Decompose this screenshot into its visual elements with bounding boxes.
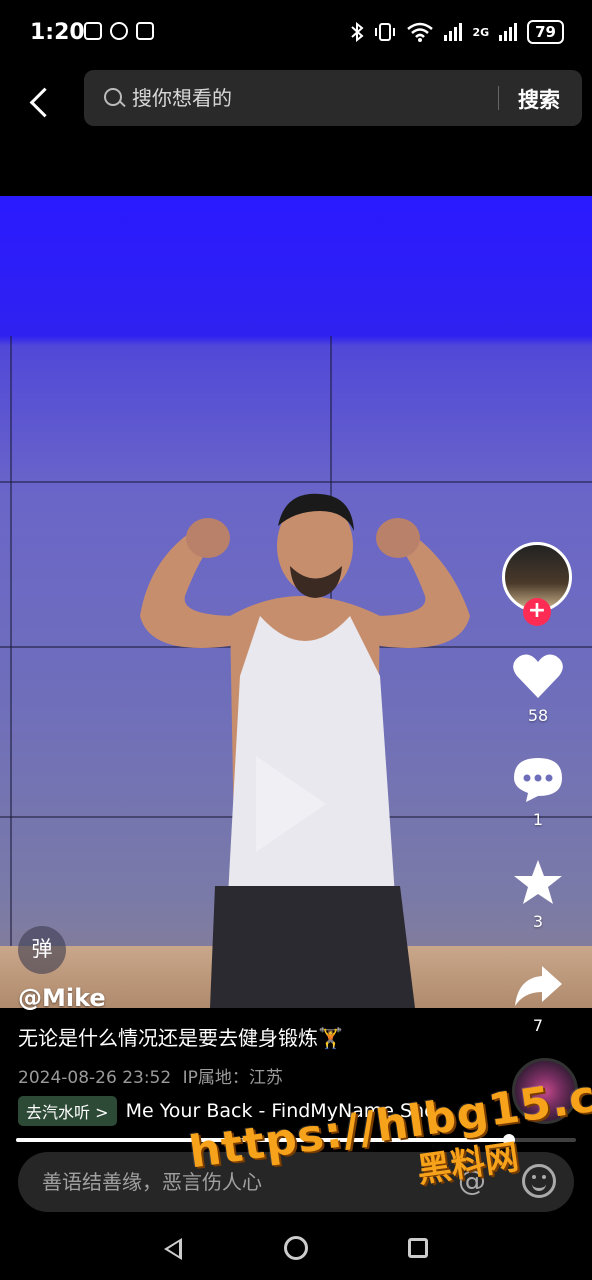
music-disc-icon[interactable] <box>512 1058 578 1124</box>
like-button[interactable]: 58 <box>492 652 584 725</box>
signal-icon-2 <box>499 23 518 41</box>
progress-knob[interactable] <box>502 1134 515 1146</box>
signal-icon <box>444 23 463 41</box>
ip-location: IP属地：江苏 <box>182 1068 283 1088</box>
like-count: 58 <box>527 706 549 725</box>
music-row[interactable]: 去汽水听 > Me Your Back - FindMyName Sho <box>18 1096 458 1126</box>
nav-recent-icon[interactable] <box>408 1238 428 1258</box>
favorite-count: 3 <box>532 912 544 931</box>
comment-count: 1 <box>532 810 544 829</box>
danmu-button[interactable]: 弹 <box>18 926 66 974</box>
emoji-icon[interactable] <box>522 1164 556 1198</box>
search-input[interactable] <box>132 84 492 112</box>
search-button[interactable]: 搜索 <box>518 84 560 114</box>
status-bar: 1:20 2G 79 <box>0 0 592 66</box>
video-progress[interactable] <box>16 1134 576 1146</box>
top-bar: 搜索 <box>0 66 592 196</box>
video-meta: 2024-08-26 23:52 IP属地：江苏 <box>18 1063 283 1088</box>
follow-button[interactable]: + <box>523 598 551 626</box>
comment-input[interactable] <box>42 1168 392 1196</box>
play-icon[interactable] <box>256 756 326 852</box>
bluetooth-icon <box>351 22 364 42</box>
share-icon <box>515 966 562 1006</box>
back-button[interactable] <box>24 82 58 122</box>
star-icon <box>514 860 562 904</box>
battery-level: 79 <box>527 20 564 44</box>
author-name[interactable]: @Mike <box>18 984 498 1012</box>
nfc-icon <box>136 22 154 40</box>
comment-bar[interactable]: @ <box>18 1152 574 1212</box>
notification-icon <box>84 22 102 40</box>
publish-time: 2024-08-26 23:52 <box>18 1068 172 1088</box>
nav-home-icon[interactable] <box>284 1236 308 1260</box>
comment-icon <box>514 758 562 802</box>
progress-fill <box>16 1138 509 1142</box>
listen-on-qishui-button[interactable]: 去汽水听 > <box>18 1096 117 1126</box>
vibrate-icon <box>375 23 396 41</box>
wifi-icon <box>407 22 434 42</box>
network-type: 2G <box>472 25 490 39</box>
app-icon <box>110 22 128 40</box>
status-right-icons: 2G 79 <box>350 20 564 44</box>
heart-icon <box>513 654 563 698</box>
share-count: 7 <box>532 1016 544 1035</box>
comment-button[interactable]: 1 <box>492 756 584 829</box>
search-divider <box>498 86 499 110</box>
status-time: 1:20 <box>30 20 85 45</box>
video-caption[interactable]: 无论是什么情况还是要去健身锻炼🏋️ <box>18 1022 343 1051</box>
music-title: Me Your Back - FindMyName Sho <box>125 1100 436 1122</box>
nav-back-icon[interactable] <box>164 1238 182 1260</box>
favorite-button[interactable]: 3 <box>492 858 584 931</box>
search-box[interactable]: 搜索 <box>84 70 582 126</box>
share-button[interactable]: 7 <box>492 962 584 1035</box>
system-nav-bar <box>0 1212 592 1280</box>
search-icon <box>104 88 122 106</box>
video-info: @Mike <box>18 984 498 1012</box>
status-left-icons <box>84 22 154 40</box>
mention-icon[interactable]: @ <box>458 1164 486 1197</box>
